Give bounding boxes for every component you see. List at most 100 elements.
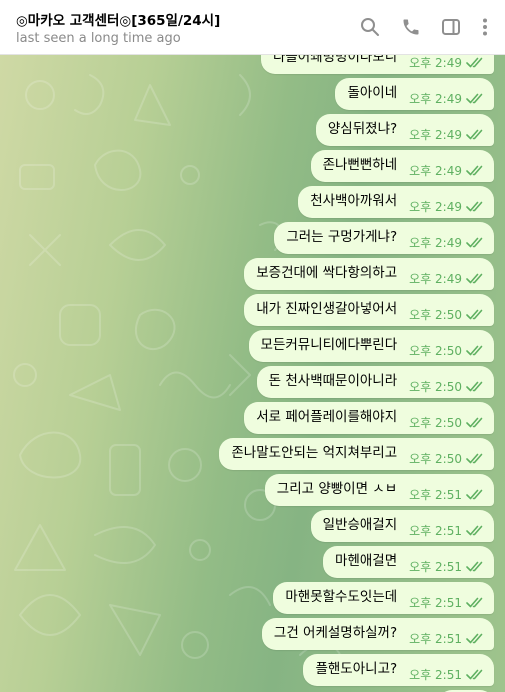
message-list[interactable]: 다들어쇄병병이다보니 오후 2:49 돌아이네 오후 2:49 양심뒤졌냐? 오후 2:4… [0,55,505,692]
message-meta: 오후 2:49 [409,90,484,107]
double-check-icon [466,489,484,500]
double-check-icon [466,273,484,284]
message-bubble[interactable]: 천사백아까워서 오후 2:49 [298,186,494,218]
more-menu-button[interactable] [472,14,498,40]
message-text: 마헨애걸면 [335,553,398,569]
message-time: 오후 2:51 [409,631,462,646]
message-bubble[interactable]: 다들어쇄병병이다보니 오후 2:49 [260,55,494,74]
message-bubble[interactable]: 일반승애걸지 오후 2:51 [310,510,494,542]
message-text: 존나뻔뻔하네 [322,157,398,173]
message-time: 오후 2:51 [409,559,462,574]
chat-status: last seen a long time ago [16,31,181,46]
message-meta: 오후 2:49 [409,55,484,71]
phone-icon [401,17,421,37]
message-time: 오후 2:50 [409,379,462,394]
search-icon [360,17,380,37]
search-button[interactable] [357,14,383,40]
message-text: 그건 어케설명하실꺼? [273,625,398,641]
message-time: 오후 2:51 [409,487,462,502]
message-bubble[interactable]: 마헨애걸면 오후 2:51 [323,546,494,578]
message-text: 천사백아까워서 [310,193,398,209]
double-check-icon [466,201,484,212]
message-meta: 오후 2:49 [409,162,484,179]
message-bubble[interactable]: 그리고 양빵이면 ㅅㅂ 오후 2:51 [264,474,494,506]
message-text: 모든커뮤니티에다뿌린다 [260,337,398,353]
message-meta: 오후 2:49 [409,126,484,143]
message-time: 오후 2:49 [409,271,462,286]
message-bubble[interactable]: 돈 천사백때문이아니라 오후 2:50 [256,366,494,398]
message-time: 오후 2:51 [409,667,462,682]
double-check-icon [466,561,484,572]
sidebar-toggle-button[interactable] [438,14,464,40]
sidebar-toggle-icon [441,17,461,37]
message-text: 돌아이네 [347,85,398,101]
message-time: 오후 2:49 [409,199,462,214]
message-bubble[interactable]: 마핸못할수도잇는데 오후 2:51 [273,582,494,614]
message-text: 다들어쇄병병이다보니 [272,55,398,65]
message-time: 오후 2:50 [409,307,462,322]
double-check-icon [466,237,484,248]
message-time: 오후 2:49 [409,127,462,142]
messages-container: 다들어쇄병병이다보니 오후 2:49 돌아이네 오후 2:49 양심뒤졌냐? 오후 2:4… [0,55,505,692]
double-check-icon [466,345,484,356]
message-bubble[interactable]: 존나말도안되는 억지쳐부리고 오후 2:50 [219,438,494,470]
message-time: 오후 2:50 [409,343,462,358]
message-meta: 오후 2:49 [409,270,484,287]
double-check-icon [466,165,484,176]
message-text: 마핸못할수도잇는데 [285,589,398,605]
message-text: 내가 진짜인생갈아넣어서 [256,301,398,317]
message-text: 그리고 양빵이면 ㅅㅂ [276,481,398,497]
message-text: 양심뒤졌냐? [327,121,398,137]
more-vertical-icon [475,17,495,37]
chat-title[interactable]: ◎마카오 고객센터◎[365일/24시] [16,9,220,29]
message-bubble[interactable]: 그러는 구멍가게냐? 오후 2:49 [274,222,494,254]
double-check-icon [466,57,484,68]
message-time: 오후 2:50 [409,451,462,466]
message-time: 오후 2:51 [409,523,462,538]
message-meta: 오후 2:50 [409,378,484,395]
message-text: 보증건대에 싹다항의하고 [256,265,398,281]
double-check-icon [466,597,484,608]
message-bubble[interactable]: 그건 어케설명하실꺼? 오후 2:51 [261,618,494,650]
message-text: 돈 천사백때문이아니라 [268,373,398,389]
message-text: 플핸도아니고? [315,661,398,677]
message-meta: 오후 2:51 [409,594,484,611]
call-button[interactable] [398,14,424,40]
message-time: 오후 2:50 [409,415,462,430]
double-check-icon [466,381,484,392]
double-check-icon [466,669,484,680]
double-check-icon [466,453,484,464]
message-meta: 오후 2:51 [409,666,484,683]
message-bubble[interactable]: 양심뒤졌냐? 오후 2:49 [315,114,494,146]
message-time: 오후 2:51 [409,595,462,610]
message-bubble[interactable]: 보증건대에 싹다항의하고 오후 2:49 [244,258,494,290]
message-meta: 오후 2:50 [409,414,484,431]
message-bubble[interactable]: 돌아이네 오후 2:49 [335,78,494,110]
message-text: 일반승애걸지 [322,517,398,533]
message-meta: 오후 2:50 [409,342,484,359]
message-meta: 오후 2:51 [409,486,484,503]
message-meta: 오후 2:51 [409,630,484,647]
message-bubble[interactable]: 플핸도아니고? 오후 2:51 [303,654,494,686]
message-meta: 오후 2:49 [409,198,484,215]
message-text: 그러는 구멍가게냐? [286,229,398,245]
double-check-icon [466,417,484,428]
double-check-icon [466,633,484,644]
double-check-icon [466,129,484,140]
message-meta: 오후 2:51 [409,522,484,539]
message-bubble[interactable]: 모든커뮤니티에다뿌린다 오후 2:50 [248,330,494,362]
message-time: 오후 2:49 [409,55,462,70]
message-bubble[interactable]: 서로 페어플레이를해야지 오후 2:50 [244,402,494,434]
chat-header: ◎마카오 고객센터◎[365일/24시] last seen a long ti… [0,0,505,55]
message-bubble[interactable]: 내가 진짜인생갈아넣어서 오후 2:50 [244,294,494,326]
message-text: 서로 페어플레이를해야지 [256,409,398,425]
message-meta: 오후 2:50 [409,450,484,467]
message-meta: 오후 2:50 [409,306,484,323]
double-check-icon [466,525,484,536]
double-check-icon [466,309,484,320]
message-time: 오후 2:49 [409,163,462,178]
message-bubble[interactable]: 존나뻔뻔하네 오후 2:49 [310,150,494,182]
message-meta: 오후 2:49 [409,234,484,251]
telegram-chat-window: ◎마카오 고객센터◎[365일/24시] last seen a long ti… [0,0,505,692]
message-time: 오후 2:49 [409,235,462,250]
